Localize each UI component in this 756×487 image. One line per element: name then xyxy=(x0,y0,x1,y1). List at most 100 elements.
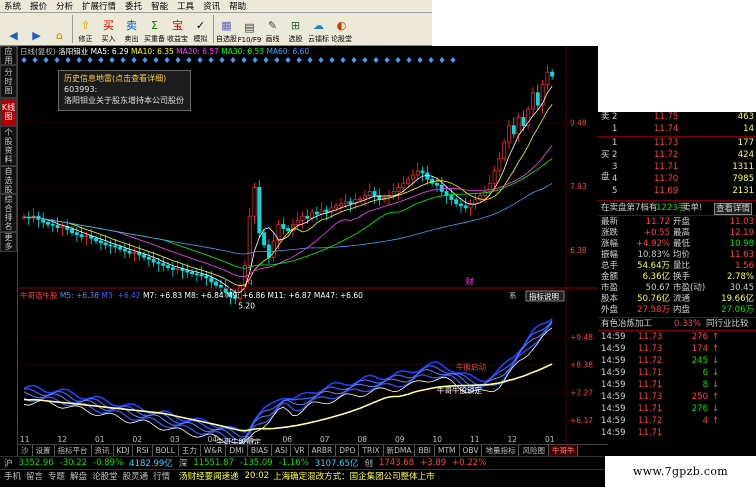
menu-item-5[interactable]: 智能 xyxy=(151,0,168,12)
tick-time-1: 14:59 xyxy=(601,344,626,354)
indicator-tab-11[interactable]: ASI xyxy=(272,445,292,456)
menu-item-0[interactable]: 系统 xyxy=(4,0,21,12)
menu-item-4[interactable]: 委托 xyxy=(125,0,142,12)
x-axis-label-0: 11 xyxy=(20,435,30,444)
status-link-4[interactable]: 论股堂 xyxy=(92,470,118,482)
stat-label-2: 涨幅 xyxy=(601,239,619,249)
status-link-1[interactable]: 留言 xyxy=(26,470,43,482)
indicator-annotation-0: 牛哥牛股锁定 xyxy=(216,437,261,444)
menu-item-2[interactable]: 分析 xyxy=(56,0,73,12)
tooltip-title[interactable]: 历史信息地雷(点击查看详细) xyxy=(64,73,185,84)
index-value-10[interactable]: 创 xyxy=(364,457,373,469)
stock-picker-icon: ⊞ xyxy=(290,18,301,32)
status-link-6[interactable]: 行情 xyxy=(153,470,170,482)
indicator-tab-21[interactable]: 风险图 xyxy=(519,445,549,456)
indicator-tab-4[interactable]: KDJ xyxy=(114,445,134,456)
left-tab-2[interactable]: K线图 xyxy=(0,98,17,126)
indicator-tab-3[interactable]: 资讯 xyxy=(92,445,114,456)
menu-item-1[interactable]: 报价 xyxy=(30,0,47,12)
indicator-tab-0[interactable]: 沙 xyxy=(18,445,33,456)
left-tab-0[interactable]: 应用 xyxy=(0,46,17,65)
toolbar-button-3[interactable]: ⇧ 修正 xyxy=(74,13,97,45)
indicator-help-button[interactable]: 指标说明 xyxy=(529,291,559,301)
info-bar-button[interactable]: 查看详情 xyxy=(714,203,753,215)
indicator-system-button[interactable]: 系 xyxy=(509,290,517,300)
buy-label: 买 xyxy=(601,150,610,160)
toolbar-button-11[interactable]: ✎ 画线 xyxy=(261,13,284,45)
sector-compare-link[interactable]: 同行业比较 xyxy=(706,319,749,329)
index-value-0[interactable]: 沪 xyxy=(4,457,13,469)
info-tooltip[interactable]: 历史信息地雷(点击查看详细) 603993: 洛阳钼业关于股东增持本公司股份 xyxy=(58,70,191,111)
event-marker-q[interactable]: q xyxy=(248,277,253,286)
event-marker-cai[interactable]: 财 xyxy=(466,276,474,286)
status-link-5[interactable]: 股灵通 xyxy=(123,470,149,482)
candle-body xyxy=(98,240,103,244)
sell-idx-1: 1 xyxy=(612,124,618,134)
news-label[interactable]: 汤财经要闻速递 xyxy=(179,470,239,482)
x-axis-label-2: 01 xyxy=(95,435,105,444)
indicator-tab-17[interactable]: BBI xyxy=(415,445,435,456)
buy-label-2: 盘 xyxy=(601,172,610,182)
indicator-tab-12[interactable]: VR xyxy=(291,445,309,456)
indicator-tab-8[interactable]: W&R xyxy=(201,445,227,456)
toolbar-button-6[interactable]: Σ 买重备 xyxy=(143,13,166,45)
candle-body xyxy=(497,158,502,172)
candle-body xyxy=(410,174,415,180)
toolbar-button-12[interactable]: ⊞ 选股 xyxy=(284,13,307,45)
toolbar-button-8[interactable]: ✓ 模拟 xyxy=(189,13,212,45)
menu-item-8[interactable]: 帮助 xyxy=(229,0,246,12)
menu-item-7[interactable]: 资讯 xyxy=(203,0,220,12)
toolbar-button-9[interactable]: ▦ 自选股 xyxy=(215,13,238,45)
candle-body xyxy=(463,205,468,209)
toolbar-button-1[interactable]: ▶ xyxy=(25,13,48,45)
toolbar-button-14[interactable]: ◐ 论股堂 xyxy=(330,13,353,45)
indicator-tab-18[interactable]: MTM xyxy=(435,445,460,456)
left-tab-5[interactable]: 综合排名 xyxy=(0,194,17,232)
stat-label-4: 总手 xyxy=(601,261,619,271)
toolbar-button-10[interactable]: ▤ F10/F9 xyxy=(238,13,262,45)
news-headline[interactable]: 上海确定混改方式：国企集团公司整体上市 xyxy=(273,470,435,482)
candle-body xyxy=(156,261,161,264)
toolbar-button-0[interactable]: ◀ xyxy=(2,13,25,45)
toolbar-button-4[interactable]: 买买入 xyxy=(97,13,120,45)
book-divider-3 xyxy=(598,215,756,216)
indicator-tab-6[interactable]: BOLL xyxy=(153,445,179,456)
toolbar-button-2[interactable]: ⌂ xyxy=(48,13,71,45)
candle-body xyxy=(175,268,180,271)
left-tab-3[interactable]: 个股资料 xyxy=(0,126,17,166)
indicator-annotation-1: 牛股启动 xyxy=(456,361,486,371)
toolbar-button-13[interactable]: ☁ 云镭标 xyxy=(307,13,330,45)
indicator-tab-5[interactable]: RSI xyxy=(133,445,153,456)
indicator-tab-20[interactable]: 地量指标 xyxy=(482,445,520,456)
indicator-tab-16[interactable]: 新DMA xyxy=(384,445,416,456)
candle-body xyxy=(406,178,411,184)
status-link-3[interactable]: 解盘 xyxy=(70,470,87,482)
status-link-2[interactable]: 专题 xyxy=(48,470,65,482)
indicator-tab-9[interactable]: DMI xyxy=(226,445,248,456)
indicator-tab-7[interactable]: 王力 xyxy=(179,445,201,456)
indicator-tab-13[interactable]: ARBR xyxy=(309,445,337,456)
left-tab-1[interactable]: 分时图 xyxy=(0,65,17,98)
tick-time-7: 14:59 xyxy=(601,416,626,426)
indicator-tab-10[interactable]: BIAS xyxy=(248,445,273,456)
indicator-tab-19[interactable]: OBV xyxy=(460,445,483,456)
stat-value-2: +4.92% xyxy=(635,239,670,249)
status-link-0[interactable]: 手机 xyxy=(4,470,21,482)
indicator-tab-15[interactable]: TRIX xyxy=(359,445,384,456)
left-tab-4[interactable]: 自选股 xyxy=(0,166,17,194)
candle-body xyxy=(252,186,257,217)
indicator-legend: 牛哥选牛股 M5: +6.36 M3: +6.42 M7: +6.83 M8: … xyxy=(20,290,363,300)
toolbar-button-7[interactable]: 宝收益宝 xyxy=(166,13,189,45)
toolbar-button-5[interactable]: 卖卖出 xyxy=(120,13,143,45)
menu-item-3[interactable]: 扩展行情 xyxy=(82,0,116,12)
menu-item-6[interactable]: 工具 xyxy=(177,0,194,12)
draw-line-icon: ✎ xyxy=(267,18,278,32)
indicator-tab-2[interactable]: 指标平台 xyxy=(55,445,92,456)
stat-value-7: 50.76亿 xyxy=(637,294,670,304)
indicator-tab-22[interactable]: 牛哥牛 xyxy=(548,445,579,456)
sector-name[interactable]: 有色冶炼加工 xyxy=(601,319,652,329)
left-tab-6[interactable]: 更多 xyxy=(0,232,17,252)
indicator-tab-1[interactable]: 设置 xyxy=(33,445,55,456)
index-value-5[interactable]: 深 xyxy=(179,457,188,469)
indicator-tab-14[interactable]: DPO xyxy=(336,445,360,456)
